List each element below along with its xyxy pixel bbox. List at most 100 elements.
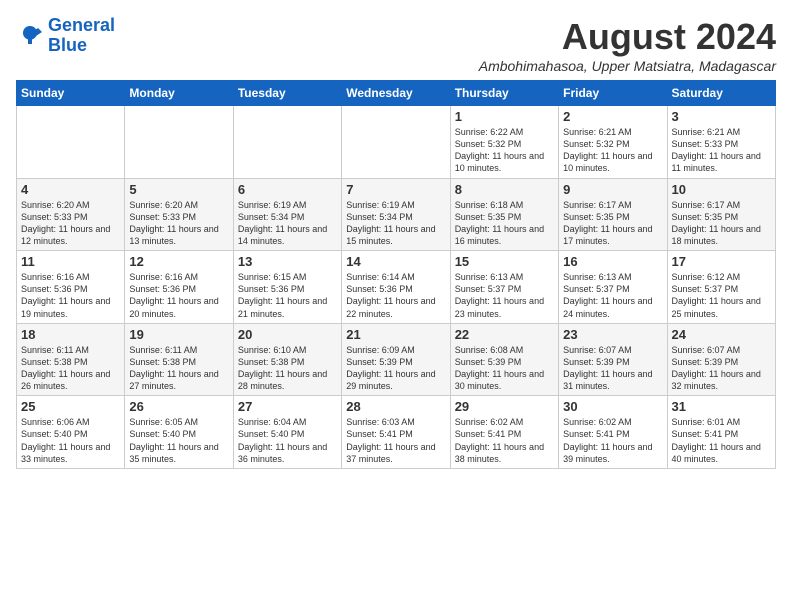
day-info: Sunrise: 6:07 AM Sunset: 5:39 PM Dayligh… — [563, 344, 662, 393]
table-row: 10 Sunrise: 6:17 AM Sunset: 5:35 PM Dayli… — [667, 178, 775, 251]
day-info: Sunrise: 6:11 AM Sunset: 5:38 PM Dayligh… — [21, 344, 120, 393]
day-number: 20 — [238, 327, 337, 342]
table-row: 6Sunrise: 6:19 AM Sunset: 5:34 PM Daylig… — [233, 178, 341, 251]
day-info: Sunrise: 6:17 AM Sunset: 5:35 PM Dayligh… — [672, 199, 771, 248]
header-thursday: Thursday — [450, 81, 558, 106]
day-info: Sunrise: 6:22 AM Sunset: 5:32 PM Dayligh… — [455, 126, 554, 175]
day-info: Sunrise: 6:19 AM Sunset: 5:34 PM Dayligh… — [346, 199, 445, 248]
day-info: Sunrise: 6:07 AM Sunset: 5:39 PM Dayligh… — [672, 344, 771, 393]
day-info: Sunrise: 6:09 AM Sunset: 5:39 PM Dayligh… — [346, 344, 445, 393]
title-block: August 2024 Ambohimahasoa, Upper Matsiat… — [479, 16, 776, 74]
day-number: 5 — [129, 182, 228, 197]
table-row: 16Sunrise: 6:13 AM Sunset: 5:37 PM Dayli… — [559, 251, 667, 324]
calendar-week-row: 1Sunrise: 6:22 AM Sunset: 5:32 PM Daylig… — [17, 106, 776, 179]
table-row: 2Sunrise: 6:21 AM Sunset: 5:32 PM Daylig… — [559, 106, 667, 179]
table-row: 17 Sunrise: 6:12 AM Sunset: 5:37 PM Dayli… — [667, 251, 775, 324]
day-number: 30 — [563, 399, 662, 414]
table-row — [342, 106, 450, 179]
day-info: Sunrise: 6:20 AM Sunset: 5:33 PM Dayligh… — [129, 199, 228, 248]
day-number: 31 — [672, 399, 771, 414]
day-info: Sunrise: 6:01 AM Sunset: 5:41 PM Dayligh… — [672, 416, 771, 465]
header-monday: Monday — [125, 81, 233, 106]
logo-text-block: General Blue — [48, 16, 115, 56]
header-saturday: Saturday — [667, 81, 775, 106]
days-header-row: Sunday Monday Tuesday Wednesday Thursday… — [17, 81, 776, 106]
day-info: Sunrise: 6:14 AM Sunset: 5:36 PM Dayligh… — [346, 271, 445, 320]
table-row — [233, 106, 341, 179]
table-row: 28Sunrise: 6:03 AM Sunset: 5:41 PM Dayli… — [342, 396, 450, 469]
day-info: Sunrise: 6:19 AM Sunset: 5:34 PM Dayligh… — [238, 199, 337, 248]
header-sunday: Sunday — [17, 81, 125, 106]
table-row: 1Sunrise: 6:22 AM Sunset: 5:32 PM Daylig… — [450, 106, 558, 179]
location-subtitle: Ambohimahasoa, Upper Matsiatra, Madagasc… — [479, 58, 776, 74]
day-info: Sunrise: 6:05 AM Sunset: 5:40 PM Dayligh… — [129, 416, 228, 465]
day-number: 19 — [129, 327, 228, 342]
table-row: 31 Sunrise: 6:01 AM Sunset: 5:41 PM Dayli… — [667, 396, 775, 469]
day-info: Sunrise: 6:12 AM Sunset: 5:37 PM Dayligh… — [672, 271, 771, 320]
table-row: 9 Sunrise: 6:17 AM Sunset: 5:35 PM Daylig… — [559, 178, 667, 251]
day-number: 25 — [21, 399, 120, 414]
day-number: 3 — [672, 109, 771, 124]
table-row: 18 Sunrise: 6:11 AM Sunset: 5:38 PM Dayli… — [17, 323, 125, 396]
day-number: 11 — [21, 254, 120, 269]
table-row: 7 Sunrise: 6:19 AM Sunset: 5:34 PM Daylig… — [342, 178, 450, 251]
table-row: 13 Sunrise: 6:15 AM Sunset: 5:36 PM Dayli… — [233, 251, 341, 324]
day-number: 29 — [455, 399, 554, 414]
month-year-title: August 2024 — [479, 16, 776, 58]
day-number: 23 — [563, 327, 662, 342]
day-info: Sunrise: 6:04 AM Sunset: 5:40 PM Dayligh… — [238, 416, 337, 465]
table-row: 22 Sunrise: 6:08 AM Sunset: 5:39 PM Dayli… — [450, 323, 558, 396]
table-row: 8 Sunrise: 6:18 AM Sunset: 5:35 PM Daylig… — [450, 178, 558, 251]
table-row: 20 Sunrise: 6:10 AM Sunset: 5:38 PM Dayli… — [233, 323, 341, 396]
logo: General Blue — [16, 16, 115, 56]
calendar-week-row: 18 Sunrise: 6:11 AM Sunset: 5:38 PM Dayli… — [17, 323, 776, 396]
day-number: 24 — [672, 327, 771, 342]
day-number: 17 — [672, 254, 771, 269]
table-row: 5 Sunrise: 6:20 AM Sunset: 5:33 PM Daylig… — [125, 178, 233, 251]
calendar-week-row: 25 Sunrise: 6:06 AM Sunset: 5:40 PM Dayli… — [17, 396, 776, 469]
table-row: 12Sunrise: 6:16 AM Sunset: 5:36 PM Dayli… — [125, 251, 233, 324]
day-number: 22 — [455, 327, 554, 342]
day-number: 4 — [21, 182, 120, 197]
table-row — [125, 106, 233, 179]
day-info: Sunrise: 6:17 AM Sunset: 5:35 PM Dayligh… — [563, 199, 662, 248]
table-row: 24 Sunrise: 6:07 AM Sunset: 5:39 PM Dayli… — [667, 323, 775, 396]
day-info: Sunrise: 6:16 AM Sunset: 5:36 PM Dayligh… — [21, 271, 120, 320]
header-tuesday: Tuesday — [233, 81, 341, 106]
day-info: Sunrise: 6:21 AM Sunset: 5:33 PM Dayligh… — [672, 126, 771, 175]
day-info: Sunrise: 6:06 AM Sunset: 5:40 PM Dayligh… — [21, 416, 120, 465]
day-info: Sunrise: 6:02 AM Sunset: 5:41 PM Dayligh… — [455, 416, 554, 465]
day-number: 10 — [672, 182, 771, 197]
day-info: Sunrise: 6:16 AM Sunset: 5:36 PM Dayligh… — [129, 271, 228, 320]
table-row: 26Sunrise: 6:05 AM Sunset: 5:40 PM Dayli… — [125, 396, 233, 469]
day-number: 28 — [346, 399, 445, 414]
day-info: Sunrise: 6:18 AM Sunset: 5:35 PM Dayligh… — [455, 199, 554, 248]
day-number: 7 — [346, 182, 445, 197]
logo-general: General — [48, 15, 115, 35]
header-friday: Friday — [559, 81, 667, 106]
day-number: 18 — [21, 327, 120, 342]
logo-blue: Blue — [48, 35, 87, 55]
day-info: Sunrise: 6:13 AM Sunset: 5:37 PM Dayligh… — [563, 271, 662, 320]
day-info: Sunrise: 6:08 AM Sunset: 5:39 PM Dayligh… — [455, 344, 554, 393]
day-info: Sunrise: 6:20 AM Sunset: 5:33 PM Dayligh… — [21, 199, 120, 248]
table-row: 29 Sunrise: 6:02 AM Sunset: 5:41 PM Dayli… — [450, 396, 558, 469]
day-number: 9 — [563, 182, 662, 197]
day-number: 8 — [455, 182, 554, 197]
day-info: Sunrise: 6:10 AM Sunset: 5:38 PM Dayligh… — [238, 344, 337, 393]
day-number: 27 — [238, 399, 337, 414]
header-wednesday: Wednesday — [342, 81, 450, 106]
page-header: General Blue August 2024 Ambohimahasoa, … — [16, 16, 776, 74]
table-row: 11 Sunrise: 6:16 AM Sunset: 5:36 PM Dayli… — [17, 251, 125, 324]
day-number: 13 — [238, 254, 337, 269]
table-row: 23 Sunrise: 6:07 AM Sunset: 5:39 PM Dayli… — [559, 323, 667, 396]
table-row: 21Sunrise: 6:09 AM Sunset: 5:39 PM Dayli… — [342, 323, 450, 396]
day-info: Sunrise: 6:11 AM Sunset: 5:38 PM Dayligh… — [129, 344, 228, 393]
day-info: Sunrise: 6:15 AM Sunset: 5:36 PM Dayligh… — [238, 271, 337, 320]
day-info: Sunrise: 6:13 AM Sunset: 5:37 PM Dayligh… — [455, 271, 554, 320]
calendar-table: Sunday Monday Tuesday Wednesday Thursday… — [16, 80, 776, 469]
day-number: 2 — [563, 109, 662, 124]
table-row: 3 Sunrise: 6:21 AM Sunset: 5:33 PM Daylig… — [667, 106, 775, 179]
day-info: Sunrise: 6:02 AM Sunset: 5:41 PM Dayligh… — [563, 416, 662, 465]
table-row: 27 Sunrise: 6:04 AM Sunset: 5:40 PM Dayli… — [233, 396, 341, 469]
